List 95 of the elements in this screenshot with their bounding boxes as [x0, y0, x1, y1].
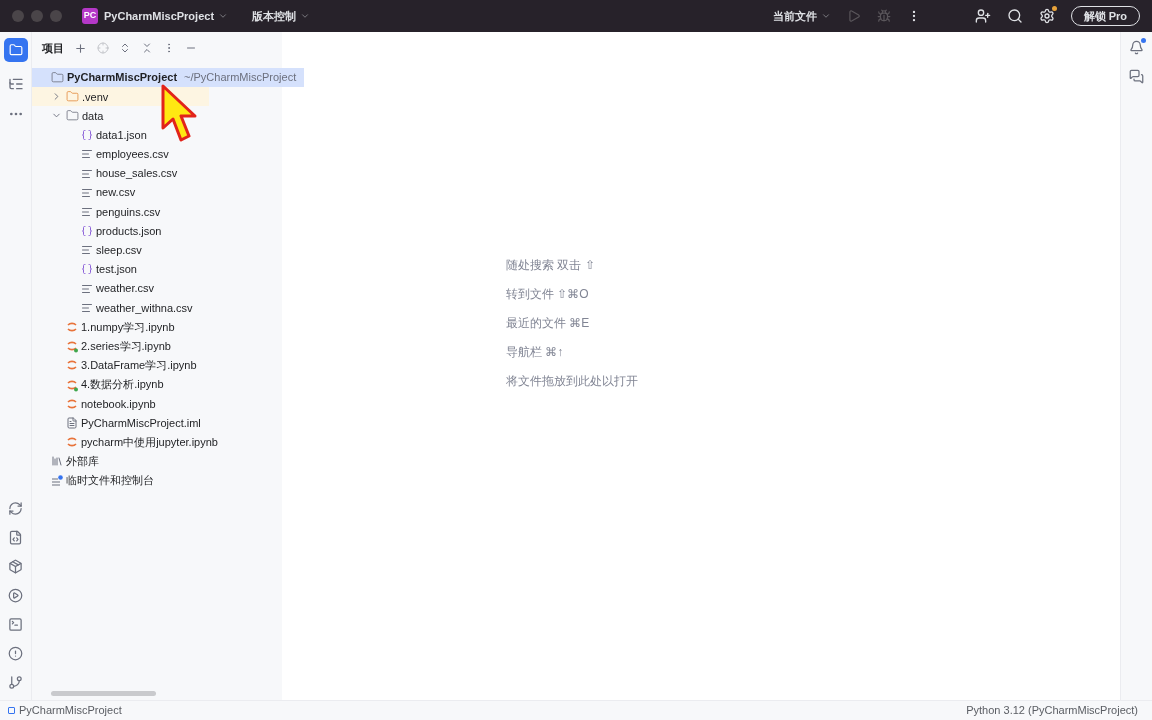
- folder-icon: [66, 109, 79, 123]
- python-console-icon[interactable]: [8, 530, 23, 545]
- item-label: 临时文件和控制台: [66, 473, 154, 489]
- braces-icon: [81, 225, 93, 238]
- tree-item[interactable]: 1.numpy学习.ipynb: [32, 317, 183, 337]
- search-icon[interactable]: [1006, 8, 1023, 24]
- tree-item[interactable]: products.json: [32, 221, 170, 241]
- editor-hint: 将文件拖放到此处以打开: [506, 373, 639, 389]
- tree-item[interactable]: data: [32, 106, 112, 126]
- tree-item[interactable]: employees.csv: [32, 144, 177, 164]
- run-config-menu[interactable]: 当前文件: [772, 7, 831, 25]
- project-menu[interactable]: PyCharmMiscProject: [104, 7, 229, 25]
- debug-icon[interactable]: [876, 9, 891, 23]
- item-path: ~/PyCharmMiscProject: [184, 70, 297, 86]
- problems-icon[interactable]: [8, 646, 23, 661]
- item-label: data1.json: [96, 127, 147, 143]
- interpreter-selector[interactable]: Python 3.12 (PyCharmMiscProject): [966, 702, 1138, 719]
- tree-item[interactable]: new.csv: [32, 183, 144, 203]
- tree-item[interactable]: weather_withna.csv: [32, 298, 201, 318]
- scratch-icon: [51, 474, 63, 487]
- tree-item[interactable]: sleep.csv: [32, 240, 150, 260]
- tree-item[interactable]: pycharm中使用jupyter.ipynb: [32, 432, 226, 452]
- text-file-icon: [81, 244, 93, 257]
- tree-item[interactable]: penguins.csv: [32, 202, 169, 222]
- text-file-icon: [81, 301, 93, 314]
- item-label: weather.csv: [96, 281, 155, 297]
- tree-item[interactable]: 4.数据分析.ipynb: [32, 375, 172, 395]
- editor-hint: 最近的文件 ⌘E: [506, 315, 591, 331]
- tree-item[interactable]: data1.json: [32, 125, 155, 145]
- editor-hint: 转到文件 ⇧⌘O: [506, 286, 590, 302]
- item-label: employees.csv: [96, 147, 169, 163]
- vcs-menu[interactable]: 版本控制: [252, 7, 311, 25]
- item-label: notebook.ipynb: [81, 396, 156, 412]
- braces-icon: [81, 263, 93, 276]
- library-icon: [51, 455, 63, 468]
- tree-item[interactable]: test.json: [32, 259, 145, 280]
- editor-hint: 随处搜索 双击 ⇧: [506, 257, 596, 273]
- text-file-icon: [81, 148, 93, 161]
- item-label: data: [82, 108, 104, 124]
- add-icon[interactable]: [74, 41, 87, 55]
- chevron-icon: [300, 11, 311, 21]
- item-label: house_sales.csv: [96, 166, 178, 182]
- expand-all-icon[interactable]: [119, 42, 131, 54]
- tree-item[interactable]: 临时文件和控制台: [32, 470, 162, 491]
- sync-icon[interactable]: [8, 501, 23, 516]
- item-label: 2.series学习.ipynb: [81, 338, 171, 354]
- chevron-icon: [820, 11, 831, 21]
- tree-item[interactable]: weather.csv: [32, 279, 163, 299]
- tree-item[interactable]: PyCharmMiscProject ~/PyCharmMiscProject: [32, 68, 305, 88]
- tree-item[interactable]: notebook.ipynb: [32, 394, 164, 414]
- module-icon: [8, 707, 15, 714]
- item-label: 外部库: [66, 454, 99, 470]
- item-label: test.json: [96, 262, 137, 278]
- file-icon: [66, 416, 78, 429]
- item-label: weather_withna.csv: [96, 300, 193, 316]
- folder-icon: [8, 43, 23, 57]
- tree-item[interactable]: PyCharmMiscProject.iml: [32, 413, 209, 433]
- tree-item[interactable]: .venv: [32, 87, 209, 107]
- tree-item[interactable]: 外部库: [32, 451, 107, 471]
- package-icon[interactable]: [8, 559, 23, 574]
- scrollbar[interactable]: [51, 691, 156, 696]
- item-label: 1.numpy学习.ipynb: [81, 319, 175, 335]
- text-file-icon: [81, 186, 93, 199]
- item-label: 3.DataFrame学习.ipynb: [81, 358, 197, 374]
- tree-item[interactable]: 3.DataFrame学习.ipynb: [32, 355, 205, 375]
- tree-item[interactable]: house_sales.csv: [32, 163, 186, 184]
- chevron-icon: [218, 11, 229, 21]
- item-label: penguins.csv: [96, 204, 161, 220]
- git-branch-icon[interactable]: [8, 675, 23, 690]
- item-label: 4.数据分析.ipynb: [81, 377, 164, 393]
- settings-icon[interactable]: [1038, 8, 1055, 24]
- text-file-icon: [81, 205, 93, 218]
- item-label: PyCharmMiscProject.iml: [81, 415, 201, 431]
- item-label: new.csv: [96, 185, 136, 201]
- editor-hint: 导航栏 ⌘↑: [506, 344, 565, 360]
- terminal-icon[interactable]: [8, 617, 23, 632]
- item-label: pycharm中使用jupyter.ipynb: [81, 434, 218, 450]
- ai-chat-icon[interactable]: [1129, 69, 1144, 84]
- item-label: sleep.csv: [96, 243, 142, 259]
- text-file-icon: [81, 282, 93, 295]
- item-label: .venv: [82, 89, 109, 105]
- add-user-icon[interactable]: [974, 8, 991, 24]
- panel-title: 项目: [42, 40, 64, 56]
- run-icon[interactable]: [8, 588, 23, 603]
- tree-item[interactable]: 2.series学习.ipynb: [32, 336, 179, 356]
- item-label: PyCharmMiscProject: [67, 70, 178, 86]
- project-tool-button[interactable]: [3, 38, 28, 62]
- text-file-icon: [81, 167, 93, 180]
- app-logo: PC: [82, 8, 98, 24]
- notifications-icon[interactable]: [1129, 40, 1144, 55]
- breadcrumb[interactable]: PyCharmMiscProject: [19, 702, 122, 719]
- folder-icon: [51, 71, 64, 85]
- structure-icon[interactable]: [7, 76, 24, 92]
- braces-icon: [81, 129, 93, 142]
- item-label: products.json: [96, 223, 162, 239]
